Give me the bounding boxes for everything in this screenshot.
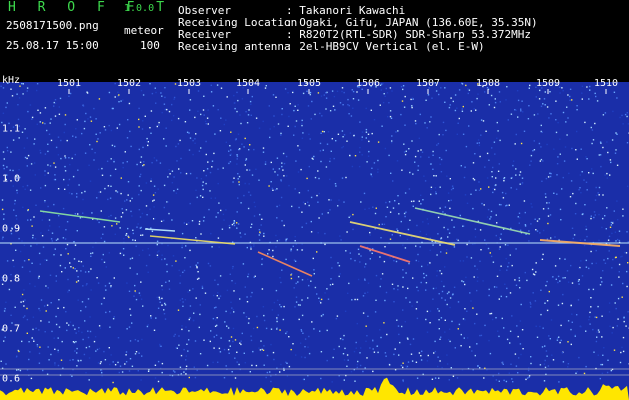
time-tick-label: 1503 — [176, 78, 202, 89]
time-tick-label: 1510 — [593, 78, 619, 89]
time-tick-label: 1502 — [116, 78, 142, 89]
time-tick-label: 1507 — [415, 78, 441, 89]
mode-label: meteor — [124, 24, 164, 37]
app-version: 1.0.0 — [124, 3, 155, 14]
time-tick-label: 1504 — [235, 78, 261, 89]
frequency-unit-label: kHz — [2, 75, 21, 86]
freq-tick-label: 1.1 — [2, 123, 21, 135]
time-tick-label: 1509 — [535, 78, 561, 89]
antenna-value: : 2el-HB9CV Vertical (el. E-W) — [286, 40, 485, 53]
freq-tick-label: 0.8 — [2, 273, 21, 285]
image-filename: 2508171500.png — [6, 19, 99, 32]
freq-tick-label: 0.7 — [2, 323, 21, 335]
freq-tick-label: 0.6 — [2, 373, 21, 385]
time-tick-label: 1508 — [475, 78, 501, 89]
time-tick-label: 1505 — [296, 78, 322, 89]
spectrogram-display — [0, 82, 629, 400]
time-tick-label: 1506 — [355, 78, 381, 89]
spectrogram-background — [0, 82, 629, 400]
time-tick-label: 1501 — [56, 78, 82, 89]
level-value: 100 — [140, 39, 160, 52]
antenna-label: Receiving antenna — [178, 40, 291, 53]
timestamp: 25.08.17 15:00 — [6, 39, 99, 52]
freq-tick-label: 1.0 — [2, 173, 21, 185]
freq-tick-label: 0.9 — [2, 223, 21, 235]
